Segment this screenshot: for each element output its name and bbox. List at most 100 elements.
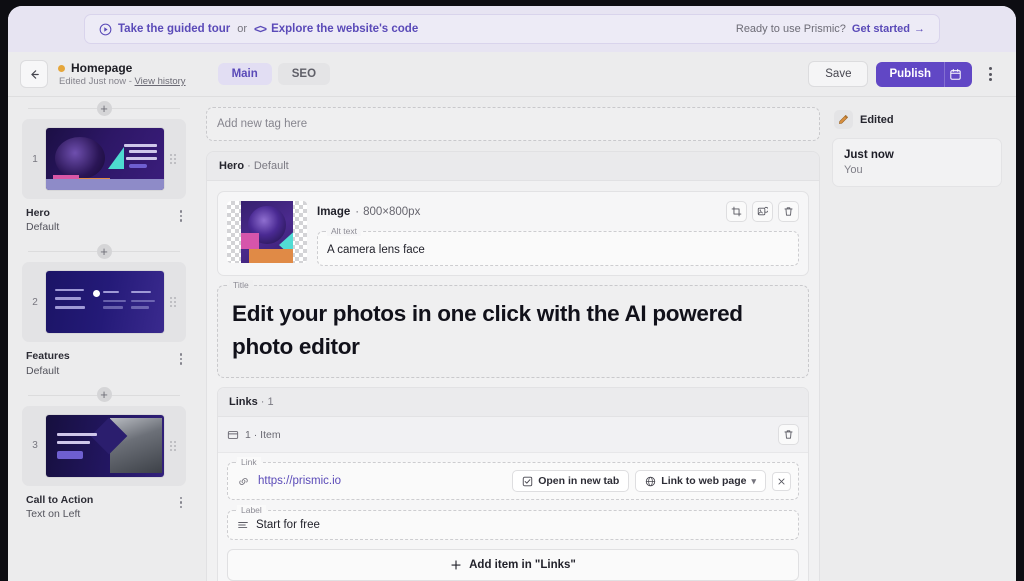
open-in-new-tab-label: Open in new tab bbox=[538, 475, 619, 487]
page-title: Homepage bbox=[71, 61, 132, 75]
alt-text-value: A camera lens face bbox=[327, 244, 425, 256]
links-separator: · bbox=[261, 396, 265, 408]
drag-handle-icon[interactable] bbox=[170, 154, 178, 164]
history-entry-card[interactable]: Just now You bbox=[832, 138, 1002, 187]
text-lines-icon bbox=[237, 519, 249, 531]
slice-thumb-wrap: 1 bbox=[22, 119, 186, 199]
slice-card-call-to-action[interactable]: 3 Call to Action Text on bbox=[22, 406, 186, 525]
drag-handle-icon[interactable] bbox=[170, 297, 178, 307]
slice-name: Features bbox=[26, 349, 180, 363]
history-panel: Edited Just now You bbox=[826, 97, 1016, 581]
arrow-right-icon: → bbox=[914, 23, 925, 35]
globe-icon bbox=[645, 476, 656, 487]
slice-thumb-wrap: 3 bbox=[22, 406, 186, 486]
delete-image-button[interactable] bbox=[778, 201, 799, 222]
save-button[interactable]: Save bbox=[808, 61, 868, 87]
slice-index: 1 bbox=[30, 154, 40, 165]
editor-body: + 1 bbox=[8, 97, 1016, 581]
title-legend: Title bbox=[229, 280, 253, 290]
publish-label: Publish bbox=[876, 62, 944, 86]
slice-panel-separator: · bbox=[244, 160, 254, 172]
link-type-label: Link to web page bbox=[661, 475, 746, 487]
slice-options-button[interactable] bbox=[180, 349, 183, 365]
slice-label: Hero Default bbox=[26, 206, 180, 234]
slice-card-hero[interactable]: 1 bbox=[22, 119, 186, 238]
image-field-header: Image · 800×800px bbox=[317, 201, 799, 222]
link-type-dropdown[interactable]: Link to web page ▾ bbox=[635, 470, 766, 492]
code-brackets-icon: < > bbox=[254, 22, 266, 36]
slice-panel-body: Image · 800×800px bbox=[207, 181, 819, 581]
drag-handle-icon[interactable] bbox=[170, 441, 178, 451]
app-window: Take the guided tour or < > Explore the … bbox=[8, 6, 1016, 581]
image-field-title: Image bbox=[317, 206, 350, 218]
slice-options-button[interactable] bbox=[180, 206, 183, 222]
links-item-row[interactable]: 1 · Item bbox=[218, 417, 808, 453]
browser-frame: Take the guided tour or < > Explore the … bbox=[0, 0, 1024, 581]
publish-button[interactable]: Publish bbox=[876, 62, 972, 87]
slice-variation: Text on Left bbox=[26, 507, 180, 521]
add-item-in-links-button[interactable]: Add item in "Links" bbox=[227, 549, 799, 581]
links-group-header: Links · 1 bbox=[218, 388, 808, 417]
kebab-dot bbox=[989, 67, 992, 70]
slice-card-features[interactable]: 2 bbox=[22, 262, 186, 381]
slice-preview-thumbnail bbox=[46, 128, 164, 190]
thumb-text-line bbox=[126, 157, 157, 160]
get-started-link[interactable]: Get started → bbox=[852, 23, 925, 35]
document-title-row: Homepage bbox=[58, 61, 186, 75]
add-slice-divider-2[interactable]: + bbox=[22, 384, 186, 406]
document-meta: Homepage Edited Just now - View history bbox=[58, 61, 186, 87]
thumb-button-shape bbox=[57, 451, 83, 459]
thumb-bottom-strip bbox=[46, 179, 164, 190]
open-in-new-tab-toggle[interactable]: Open in new tab bbox=[512, 470, 629, 492]
play-circle-icon bbox=[99, 23, 112, 36]
crop-icon bbox=[731, 206, 742, 217]
promo-banner: Take the guided tour or < > Explore the … bbox=[8, 6, 1016, 52]
pencil-icon bbox=[834, 110, 853, 129]
more-options-button[interactable] bbox=[980, 61, 1000, 87]
image-field: Image · 800×800px bbox=[217, 191, 809, 276]
kebab-dot bbox=[989, 78, 992, 81]
add-slice-divider-1[interactable]: + bbox=[22, 240, 186, 262]
slice-panel-header: Hero · Default bbox=[207, 152, 819, 181]
links-count: 1 bbox=[268, 396, 274, 408]
card-icon bbox=[227, 429, 239, 441]
add-slice-divider-0[interactable]: + bbox=[22, 97, 186, 119]
replace-image-button[interactable] bbox=[752, 201, 773, 222]
orange-shape bbox=[249, 249, 293, 263]
link-legend: Link bbox=[237, 457, 261, 467]
slice-panel-name: Hero bbox=[219, 160, 244, 172]
slice-name: Call to Action bbox=[26, 493, 180, 507]
image-preview-thumbnail[interactable] bbox=[227, 201, 307, 263]
link-controls: Open in new tab Link to web pag bbox=[512, 470, 791, 492]
history-entry-author: You bbox=[844, 164, 990, 176]
plus-icon: + bbox=[97, 101, 112, 116]
delete-item-button[interactable] bbox=[778, 424, 799, 445]
slice-options-button[interactable] bbox=[180, 493, 183, 509]
back-button[interactable] bbox=[20, 60, 48, 88]
link-label-field[interactable]: Label Start for free bbox=[227, 510, 799, 540]
link-field[interactable]: Link https://prismic.io bbox=[227, 462, 799, 500]
clear-link-button[interactable] bbox=[772, 472, 791, 491]
take-guided-tour-label: Take the guided tour bbox=[118, 23, 230, 35]
title-field[interactable]: Title Edit your photos in one click with… bbox=[217, 285, 809, 378]
view-history-link[interactable]: View history bbox=[135, 76, 186, 87]
tag-input[interactable]: Add new tag here bbox=[206, 107, 820, 141]
add-item-label: Add item in "Links" bbox=[469, 559, 576, 571]
trash-icon bbox=[783, 206, 794, 217]
take-guided-tour-link[interactable]: Take the guided tour bbox=[99, 23, 230, 36]
slice-label-row: Features Default bbox=[22, 342, 186, 381]
tab-seo[interactable]: SEO bbox=[278, 63, 330, 85]
title-value: Edit your photos in one click with the A… bbox=[232, 298, 794, 363]
history-entry-time: Just now bbox=[844, 149, 990, 161]
crop-image-button[interactable] bbox=[726, 201, 747, 222]
alt-text-field[interactable]: Alt text A camera lens face bbox=[317, 231, 799, 266]
edited-status-row: Edited bbox=[832, 107, 1002, 129]
tab-main[interactable]: Main bbox=[218, 63, 272, 85]
thumb-text-line bbox=[129, 150, 157, 153]
explore-code-link[interactable]: < > Explore the website's code bbox=[254, 22, 418, 36]
magenta-shape bbox=[241, 233, 259, 249]
alt-text-legend: Alt text bbox=[327, 226, 361, 236]
trash-icon bbox=[783, 429, 794, 440]
schedule-publish-button[interactable] bbox=[944, 62, 972, 87]
slice-label: Call to Action Text on Left bbox=[26, 493, 180, 521]
